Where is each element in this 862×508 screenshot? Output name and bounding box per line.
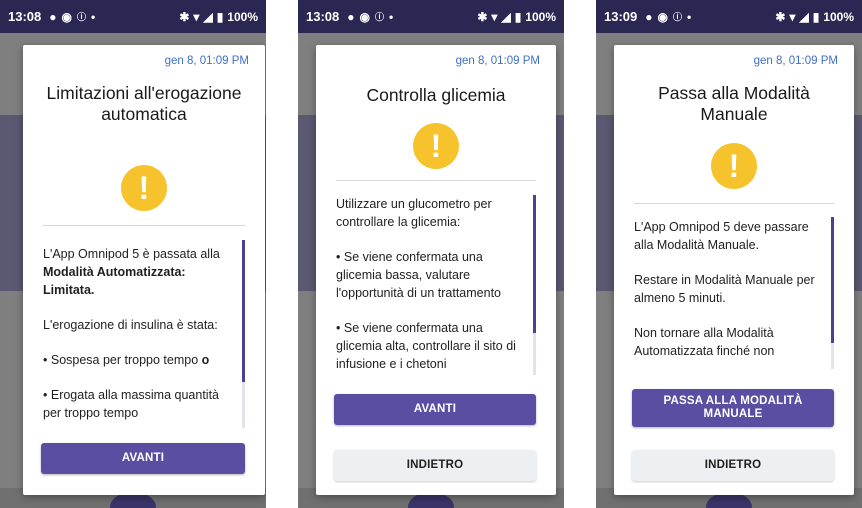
indietro-button[interactable]: INDIETRO xyxy=(632,450,834,481)
bullet-text: Se viene confermata una glicemia alta, c… xyxy=(336,321,516,371)
signal-icon: ◢ xyxy=(501,9,511,24)
avanti-button[interactable]: AVANTI xyxy=(41,443,245,474)
battery-icon: ▮ xyxy=(216,9,224,24)
status-bar: 13:08 ● ◉ ⓘ • ✱ ▾ ◢ ▮ 100% xyxy=(0,0,266,33)
avanti-button[interactable]: AVANTI xyxy=(334,394,536,425)
body-text: Utilizzare un glucometro per controllare… xyxy=(336,197,492,229)
dialog-body[interactable]: Utilizzare un glucometro per controllare… xyxy=(336,195,530,378)
phone-screen-1: 13:08 ● ◉ ⓘ • ✱ ▾ ◢ ▮ 100% gen 8, 01:09 … xyxy=(0,0,266,508)
scrollbar-thumb[interactable] xyxy=(831,217,834,343)
body-text: Non tornare alla Modalità Automatizzata … xyxy=(634,326,775,358)
alarm-clock-icon: ● xyxy=(347,9,355,24)
notification-icon: ◉ xyxy=(359,9,370,24)
timestamp: gen 8, 01:09 PM xyxy=(455,55,540,67)
body-text: L'erogazione di insulina è stata: xyxy=(43,318,218,332)
status-time: 13:08 xyxy=(306,9,340,24)
divider xyxy=(43,225,245,226)
notification-icon: ◉ xyxy=(657,9,668,24)
bullet-text: Sospesa per troppo tempo xyxy=(50,353,202,367)
signal-icon: ◢ xyxy=(203,9,213,24)
warning-icon: ! xyxy=(711,143,757,189)
scrollbar[interactable] xyxy=(831,217,834,369)
body-text: Restare in Modalità Manuale per almeno 5… xyxy=(634,273,815,305)
divider xyxy=(634,203,834,204)
timestamp: gen 8, 01:09 PM xyxy=(164,55,249,67)
dialog-body[interactable]: L'App Omnipod 5 deve passare alla Modali… xyxy=(634,218,828,370)
body-text: L'App Omnipod 5 è passata alla xyxy=(43,247,220,261)
dialog-title: Controlla glicemia xyxy=(366,85,506,105)
divider xyxy=(336,180,536,181)
phone-screen-2: 13:08 ● ◉ ⓘ • ✱ ▾ ◢ ▮ 100% gen 8, 01:09 … xyxy=(298,0,564,508)
scrollbar-thumb[interactable] xyxy=(533,195,536,333)
bullet-text: Erogata alla massima quantità per troppo… xyxy=(43,388,220,420)
phone-screen-3: 13:09 ● ◉ ⓘ • ✱ ▾ ◢ ▮ 100% gen 8, 01:09 … xyxy=(596,0,862,508)
alert-dialog: gen 8, 01:09 PM Controlla glicemia ! Uti… xyxy=(316,45,556,495)
status-time: 13:08 xyxy=(8,9,42,24)
scrollbar[interactable] xyxy=(242,240,245,428)
warning-icon: ! xyxy=(413,123,459,169)
info-icon: ⓘ xyxy=(76,12,86,22)
info-icon: ⓘ xyxy=(374,12,384,22)
bluetooth-icon: ✱ xyxy=(775,9,786,24)
body-bold-text: Modalità Automatizzata: Limitata. xyxy=(43,265,186,297)
alert-dialog: gen 8, 01:09 PM Limitazioni all'erogazio… xyxy=(23,45,265,495)
bullet-bold-text: o xyxy=(201,353,210,367)
scrollbar-thumb[interactable] xyxy=(242,240,245,382)
timestamp: gen 8, 01:09 PM xyxy=(753,55,838,67)
warning-icon: ! xyxy=(121,165,167,211)
battery-icon: ▮ xyxy=(514,9,522,24)
wifi-icon: ▾ xyxy=(193,9,200,24)
wifi-icon: ▾ xyxy=(789,9,796,24)
dialog-body[interactable]: L'App Omnipod 5 è passata alla Modalità … xyxy=(43,245,239,435)
scrollbar[interactable] xyxy=(533,195,536,375)
alert-dialog: gen 8, 01:09 PM Passa alla Modalità Manu… xyxy=(614,45,854,495)
battery-level: 100% xyxy=(823,9,854,24)
indietro-button[interactable]: INDIETRO xyxy=(334,450,536,481)
battery-icon: ▮ xyxy=(812,9,820,24)
alarm-clock-icon: ● xyxy=(645,9,653,24)
wifi-icon: ▾ xyxy=(491,9,498,24)
dialog-title: Limitazioni all'erogazione automatica xyxy=(46,83,242,124)
body-text: L'App Omnipod 5 deve passare alla Modali… xyxy=(634,220,809,252)
notification-icon: ◉ xyxy=(61,9,72,24)
battery-level: 100% xyxy=(525,9,556,24)
status-bar: 13:08 ● ◉ ⓘ • ✱ ▾ ◢ ▮ 100% xyxy=(298,0,564,33)
dot-icon: • xyxy=(687,9,692,24)
dot-icon: • xyxy=(389,9,394,24)
bluetooth-icon: ✱ xyxy=(477,9,488,24)
status-time: 13:09 xyxy=(604,9,638,24)
signal-icon: ◢ xyxy=(799,9,809,24)
alarm-clock-icon: ● xyxy=(49,9,57,24)
dot-icon: • xyxy=(91,9,96,24)
bluetooth-icon: ✱ xyxy=(179,9,190,24)
battery-level: 100% xyxy=(227,9,258,24)
passa-modalita-manuale-button[interactable]: PASSA ALLA MODALITÀ MANUALE xyxy=(632,389,834,427)
status-bar: 13:09 ● ◉ ⓘ • ✱ ▾ ◢ ▮ 100% xyxy=(596,0,862,33)
dialog-title: Passa alla Modalità Manuale xyxy=(658,83,810,124)
bullet-text: Se viene confermata una glicemia bassa, … xyxy=(336,250,501,300)
info-icon: ⓘ xyxy=(672,12,682,22)
